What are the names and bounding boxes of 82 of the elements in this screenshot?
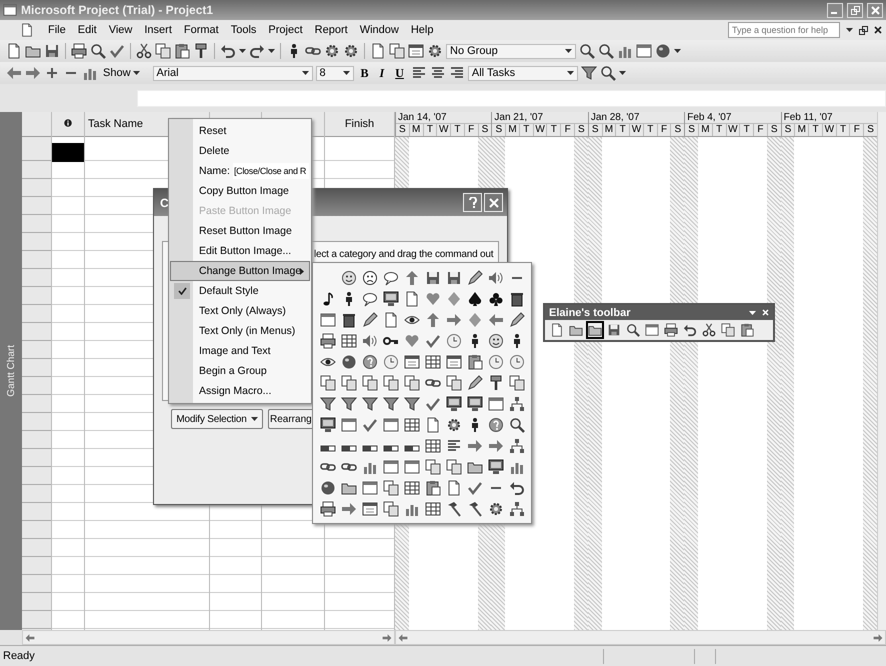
- filter-combo[interactable]: All Tasks: [468, 66, 578, 80]
- menu-item[interactable]: Tools: [224, 22, 262, 38]
- show-button[interactable]: Show: [101, 67, 142, 79]
- timescale-day-label: T: [808, 124, 822, 136]
- menu-item[interactable]: Reset Button Image: [170, 221, 310, 241]
- timescale-day-label: W: [726, 124, 740, 136]
- timescale-day-label: S: [398, 124, 407, 136]
- timescale-week-label: Jan 14, '07: [397, 112, 448, 123]
- timescale-day-label: F: [849, 124, 864, 136]
- timescale-day-label: W: [822, 124, 836, 136]
- help-search-field[interactable]: Type a question for help: [728, 22, 840, 38]
- timescale-day-label: M: [698, 124, 712, 136]
- timescale-day-label: S: [687, 124, 696, 136]
- menu-item[interactable]: View: [102, 22, 138, 38]
- font-size-combo[interactable]: 8: [316, 66, 354, 80]
- timescale-day-label: T: [836, 124, 850, 136]
- timescale-week-label: Jan 21, '07: [493, 112, 544, 123]
- column-header[interactable]: Finish: [325, 112, 394, 137]
- menu-item[interactable]: Copy Button Image: [170, 181, 310, 201]
- timescale-day-label: F: [464, 124, 478, 136]
- menu-item[interactable]: Change Button Image: [170, 261, 310, 281]
- menu-item[interactable]: Text Only (Always): [170, 301, 310, 321]
- menu-item[interactable]: Default Style: [170, 281, 310, 301]
- dialog-title: C: [160, 196, 170, 210]
- toolbar-title: Elaine's toolbar: [549, 306, 632, 318]
- timescale-day-label: F: [753, 124, 767, 136]
- timescale-day-label: S: [590, 124, 600, 136]
- view-bar[interactable]: Gantt Chart: [0, 112, 22, 630]
- timescale-day-label: T: [739, 124, 754, 136]
- timescale-day-label: S: [766, 124, 781, 136]
- menu-item[interactable]: Delete: [170, 141, 310, 161]
- timescale-day-label: T: [422, 124, 436, 136]
- timescale-day-label: S: [670, 124, 684, 136]
- timescale-week-label: Jan 28, '07: [590, 112, 640, 123]
- menu-item[interactable]: Begin a Group: [170, 361, 310, 381]
- font-style-button[interactable]: I: [376, 66, 388, 80]
- font-style-button[interactable]: B: [356, 66, 373, 80]
- menu-item[interactable]: Help: [404, 22, 440, 38]
- timescale-day-label: T: [518, 124, 533, 136]
- menu-item[interactable]: Edit Button Image...: [170, 241, 310, 261]
- instruction-text: lect a category and drag the command out: [314, 249, 494, 260]
- timescale-day-label: F: [656, 124, 670, 136]
- toolbar-title-bar[interactable]: Elaine's toolbar: [545, 305, 773, 320]
- timescale-day-label: T: [546, 124, 560, 136]
- timescale-day-label: T: [712, 124, 726, 136]
- timescale-day-label: T: [642, 124, 657, 136]
- group-combo[interactable]: No Group: [446, 44, 576, 58]
- menu-item[interactable]: Insert: [138, 22, 178, 38]
- timescale-day-label: T: [615, 124, 630, 136]
- timescale-day-label: W: [532, 124, 546, 136]
- timescale-day-label: M: [408, 124, 423, 136]
- timescale-day-label: W: [436, 124, 450, 136]
- rearrange-button[interactable]: Rearrang: [268, 409, 313, 429]
- menu-item[interactable]: Edit: [72, 22, 103, 38]
- timescale-day-label: S: [478, 124, 492, 136]
- menu-item[interactable]: Image and Text: [170, 341, 310, 361]
- timescale-day-label: F: [560, 124, 574, 136]
- timescale-week-label: Feb 4, '07: [686, 112, 732, 123]
- timescale-day-label: M: [794, 124, 808, 136]
- font-style-button[interactable]: U: [391, 66, 408, 80]
- timescale-day-label: T: [450, 124, 464, 136]
- timescale-day-label: M: [602, 124, 616, 136]
- timescale-day-label: S: [784, 124, 792, 136]
- status-text: Ready: [3, 650, 36, 662]
- font-combo[interactable]: Arial: [152, 66, 313, 80]
- timescale-day-label: S: [494, 124, 504, 136]
- menu-item[interactable]: Window: [354, 22, 405, 38]
- menu-item[interactable]: Project: [262, 22, 309, 38]
- timescale-day-label: M: [505, 124, 519, 136]
- menu-item[interactable]: Format: [178, 22, 225, 38]
- menu-item[interactable]: Assign Macro...: [170, 381, 310, 401]
- modify-selection-button[interactable]: Modify Selection: [171, 409, 263, 429]
- window-title: Microsoft Project (Trial) - Project1: [21, 3, 214, 17]
- view-bar-label[interactable]: Gantt Chart: [6, 345, 16, 397]
- menu-item[interactable]: Report: [308, 22, 354, 38]
- timescale-week-label: Feb 11, '07: [782, 112, 834, 123]
- menu-item[interactable]: Text Only (in Menus): [170, 321, 310, 341]
- timescale-day-label: W: [629, 124, 643, 136]
- name-label: Name:: [199, 165, 230, 177]
- name-field[interactable]: [Close/Close and R: [232, 163, 309, 179]
- timescale-day-label: S: [574, 124, 588, 136]
- menu-item[interactable]: File: [42, 22, 72, 38]
